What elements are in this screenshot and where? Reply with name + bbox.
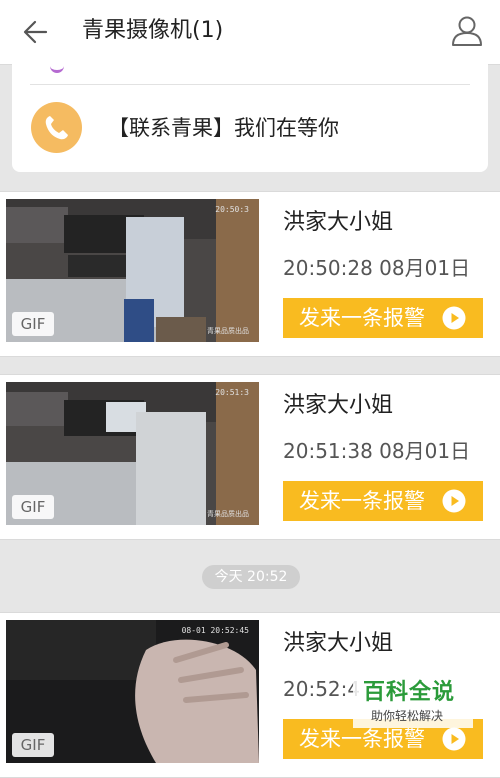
camera-watermark: 青果品质出品	[207, 510, 249, 518]
watermark-logo: 百科全说	[363, 680, 456, 705]
phone-icon	[31, 102, 82, 153]
alert-label: 发来一条报警	[299, 489, 425, 513]
partial-icon	[50, 60, 64, 73]
watermark-subtitle: 助你轻松解决	[371, 709, 444, 723]
alert-message[interactable]: 20:51:3 青果品质出品 GIF 洪家大小姐 20:51:38 08月01日…	[0, 374, 500, 540]
play-icon	[442, 727, 466, 751]
divider	[30, 84, 470, 85]
baidu-watermark: 百科全说 助你轻松解决	[353, 676, 473, 728]
message-time: 20:51:38 08月01日	[283, 439, 471, 463]
play-icon	[442, 306, 466, 330]
gif-badge: GIF	[12, 733, 54, 757]
gif-thumbnail[interactable]: 20:50:3 青果品质出品 GIF	[6, 199, 259, 342]
sender-name: 洪家大小姐	[283, 393, 394, 418]
gif-badge: GIF	[12, 495, 54, 519]
camera-watermark: 青果品质出品	[207, 327, 249, 335]
gif-badge: GIF	[12, 312, 54, 336]
play-icon	[442, 489, 466, 513]
contact-text: 【联系青果】我们在等你	[108, 116, 339, 140]
sender-name: 洪家大小姐	[283, 210, 394, 235]
gif-thumbnail[interactable]: 08-01 20:52:45 GIF	[6, 620, 259, 763]
user-icon	[452, 16, 482, 46]
gif-thumbnail[interactable]: 20:51:3 青果品质出品 GIF	[6, 382, 259, 525]
user-button[interactable]	[448, 12, 486, 50]
back-button[interactable]	[18, 14, 54, 50]
sender-name: 洪家大小姐	[283, 631, 394, 656]
alert-button[interactable]: 发来一条报警	[283, 298, 483, 338]
arrow-left-icon	[23, 20, 48, 44]
camera-timestamp: 20:50:3	[215, 205, 249, 214]
top-bar: 青果摄像机(1)	[0, 0, 500, 65]
alert-message[interactable]: 20:50:3 青果品质出品 GIF 洪家大小姐 20:50:28 08月01日…	[0, 191, 500, 357]
time-divider: 今天 20:52	[202, 565, 300, 589]
contact-card[interactable]: 【联系青果】我们在等你	[12, 64, 488, 172]
camera-timestamp: 08-01 20:52:45	[181, 626, 249, 635]
camera-timestamp: 20:51:3	[215, 388, 249, 397]
alert-label: 发来一条报警	[299, 727, 425, 751]
message-time: 20:52:4	[283, 677, 361, 701]
alert-label: 发来一条报警	[299, 306, 425, 330]
message-time: 20:50:28 08月01日	[283, 256, 471, 280]
page-title: 青果摄像机(1)	[82, 18, 224, 43]
alert-button[interactable]: 发来一条报警	[283, 481, 483, 521]
